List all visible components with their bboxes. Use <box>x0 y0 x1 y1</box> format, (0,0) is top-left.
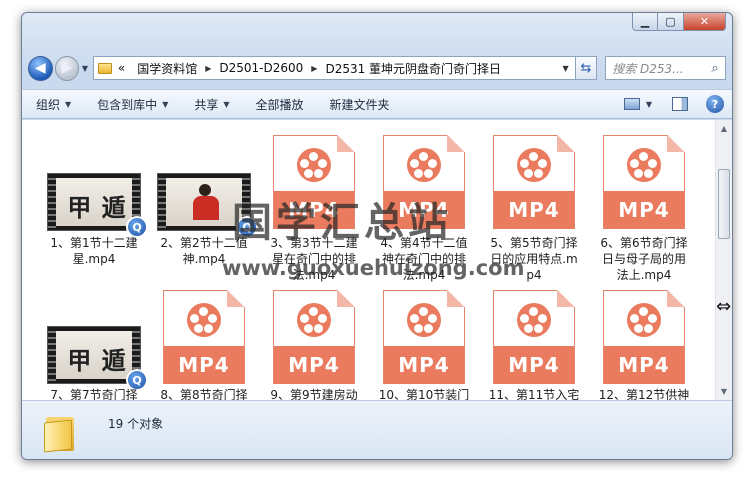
caption-buttons: ▁ ▢ ✕ <box>632 13 726 31</box>
change-view-icon[interactable] <box>623 98 640 110</box>
include-library-label: 包含到库中 <box>97 97 158 112</box>
refresh-button[interactable]: ⇆ <box>575 56 598 80</box>
file-label: 3、第3节十二建星在奇门中的排法.mp4 <box>270 236 358 282</box>
folder-icon <box>97 62 112 74</box>
vertical-scrollbar[interactable]: ▲ ▼ <box>715 120 732 400</box>
scroll-down-icon[interactable]: ▼ <box>716 383 732 400</box>
video-thumbnail: 甲 遁 神 Q <box>47 173 148 238</box>
chevron-right-icon[interactable]: ▶ <box>309 64 319 73</box>
refresh-icon: ⇆ <box>580 60 592 76</box>
video-thumbnail: Q <box>157 173 258 238</box>
breadcrumb-overflow[interactable]: « <box>112 61 131 75</box>
folder-icon <box>44 413 76 453</box>
breadcrumb-item-current[interactable]: D2531 董坤元阴盘奇门奇门择日 <box>319 60 507 77</box>
mp4-badge: MP4 <box>494 191 574 229</box>
mp4-file-icon: MP4 <box>163 290 245 384</box>
file-label: 8、第8节奇门择日与母子局的用 <box>160 388 248 400</box>
chevron-right-icon[interactable]: ▶ <box>203 64 213 73</box>
play-all-label: 全部播放 <box>255 97 304 112</box>
mp4-file-icon: MP4 <box>273 135 355 229</box>
recent-pages-dropdown[interactable]: ▼ <box>79 64 91 73</box>
new-folder-button[interactable]: 新建文件夹 <box>330 96 390 113</box>
mp4-badge: MP4 <box>494 346 574 384</box>
minimize-button[interactable]: ▁ <box>632 13 658 31</box>
organize-label: 组织 <box>36 97 61 112</box>
back-button[interactable]: ◀ <box>28 55 53 81</box>
mp4-file-icon: MP4 <box>273 290 355 384</box>
mp4-file-icon: MP4 <box>383 135 465 229</box>
file-label: 5、第5节奇门择日的应用特点.mp4 <box>490 236 578 282</box>
file-label: 9、第9节建房动土的择日方法 <box>270 388 358 400</box>
breadcrumb-item-range[interactable]: D2501-D2600 <box>213 61 309 75</box>
item-count: 19 个对象 <box>108 417 164 431</box>
file-label: 2、第2节十二值神.mp4 <box>160 236 248 266</box>
mp4-badge: MP4 <box>604 191 684 229</box>
file-label: 4、第4节十二值神在奇门中的排法.mp4 <box>380 236 468 282</box>
mp4-badge: MP4 <box>604 346 684 384</box>
organize-button[interactable]: 组织 ▼ <box>36 96 71 113</box>
file-label: 10、第10节装门的择日方法 <box>378 388 470 400</box>
mp4-badge: MP4 <box>164 346 244 384</box>
chevron-down-icon: ▼ <box>223 99 230 109</box>
views-dropdown-icon[interactable]: ▼ <box>646 100 652 109</box>
search-input[interactable]: 搜索 D253... ⌕ <box>605 56 726 80</box>
file-label: 7、第7节奇门择日与母子局的用 <box>50 388 138 400</box>
forward-arrow-icon: ▶ <box>61 60 73 76</box>
mp4-file-icon: MP4 <box>603 290 685 384</box>
file-list-view: 甲 遁 神 Q 1、第1节十二建星.mp4 Q 2、第2节十二值神.mp4 <box>22 120 732 400</box>
calligraphy-text: 甲 遁 神 <box>67 346 127 375</box>
include-in-library-button[interactable]: 包含到库中 ▼ <box>97 96 168 113</box>
forward-button[interactable]: ▶ <box>54 55 80 81</box>
file-label: 6、第6节奇门择日与母子局的用法上.mp4 <box>600 236 688 282</box>
file-label: 12、第12节供神的择日方法 <box>598 388 690 400</box>
scroll-up-icon[interactable]: ▲ <box>716 120 732 137</box>
close-button[interactable]: ✕ <box>684 13 726 31</box>
mp4-file-icon: MP4 <box>493 135 575 229</box>
mp4-badge: MP4 <box>384 191 464 229</box>
scroll-thumb[interactable] <box>718 169 730 239</box>
command-toolbar: 组织 ▼ 包含到库中 ▼ 共享 ▼ 全部播放 新建文件夹 ▼ ? <box>22 89 732 119</box>
navigation-row: ◀ ▶ ▼ « 国学资料馆 ▶ D2501-D2600 ▶ D2531 董坤元阴… <box>28 53 726 83</box>
mp4-badge: MP4 <box>274 346 354 384</box>
mp4-badge: MP4 <box>274 191 354 229</box>
back-arrow-icon: ◀ <box>34 60 46 76</box>
play-all-button[interactable]: 全部播放 <box>256 96 304 113</box>
details-pane: 19 个对象 <box>22 400 732 459</box>
mp4-file-icon: MP4 <box>383 290 465 384</box>
file-label: 1、第1节十二建星.mp4 <box>50 236 138 266</box>
explorer-window: ▁ ▢ ✕ ◀ ▶ ▼ « 国学资料馆 ▶ D2501-D2600 ▶ D253… <box>21 12 733 460</box>
breadcrumb-item-library[interactable]: 国学资料馆 <box>131 60 203 77</box>
maximize-button[interactable]: ▢ <box>658 13 684 31</box>
file-label: 11、第11节入宅的择日方法 <box>488 388 580 400</box>
share-label: 共享 <box>194 97 219 112</box>
preview-pane-icon[interactable] <box>672 97 688 111</box>
chevron-down-icon: ▼ <box>162 99 169 109</box>
mp4-file-icon: MP4 <box>493 290 575 384</box>
resize-cursor-icon: ⇔ <box>716 296 732 317</box>
address-bar[interactable]: « 国学资料馆 ▶ D2501-D2600 ▶ D2531 董坤元阴盘奇门奇门择… <box>92 56 576 80</box>
calligraphy-text: 甲 遁 神 <box>67 193 127 222</box>
chevron-down-icon: ▼ <box>65 99 72 109</box>
mp4-file-icon: MP4 <box>603 135 685 229</box>
toolbar-right: ▼ ? <box>612 95 724 113</box>
new-folder-label: 新建文件夹 <box>329 97 390 112</box>
help-icon[interactable]: ? <box>706 95 724 113</box>
search-placeholder: 搜索 D253... <box>612 61 684 76</box>
video-thumbnail: 甲 遁 神 Q <box>47 326 148 391</box>
search-icon[interactable]: ⌕ <box>705 61 725 76</box>
mp4-badge: MP4 <box>384 346 464 384</box>
share-button[interactable]: 共享 ▼ <box>194 96 229 113</box>
address-dropdown[interactable]: ▼ <box>557 64 575 73</box>
